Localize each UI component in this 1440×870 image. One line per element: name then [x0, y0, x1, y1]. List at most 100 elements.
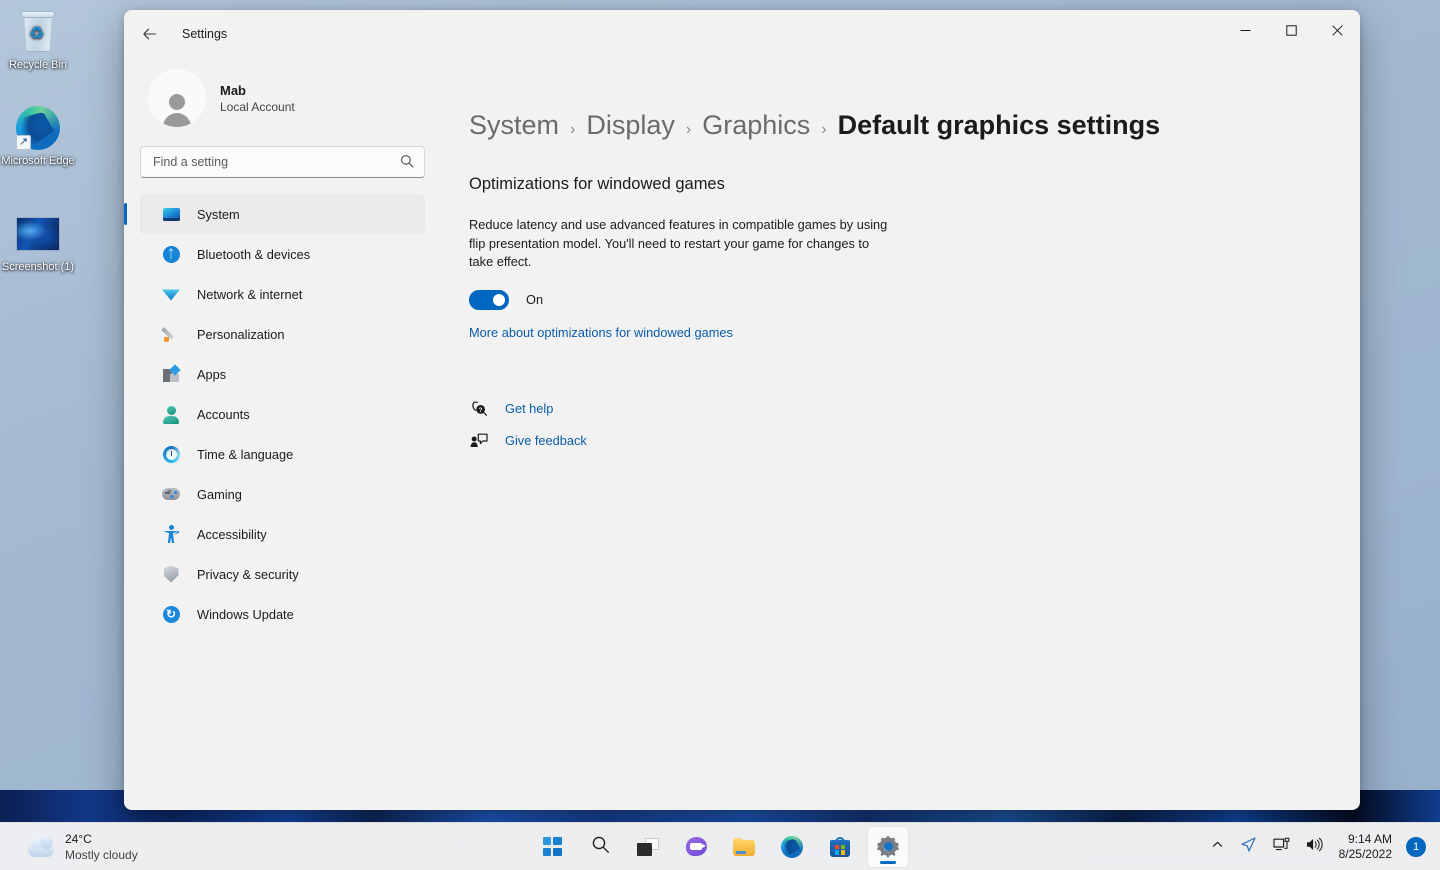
desktop-icon-label: Screenshot (1) — [0, 261, 76, 274]
start-button[interactable] — [532, 827, 572, 867]
weather-temperature: 24°C — [65, 832, 92, 846]
gamepad-icon — [162, 485, 180, 503]
give-feedback-link[interactable]: Give feedback — [505, 433, 587, 448]
clock-date: 8/25/2022 — [1339, 847, 1392, 862]
desktop-icon-label: Recycle Bin — [0, 59, 76, 72]
system-tray: 9:14 AM 8/25/2022 1 — [1205, 829, 1440, 865]
sidebar-item-bluetooth-devices[interactable]: ᛏ Bluetooth & devices — [140, 234, 425, 274]
sidebar-item-label: Accessibility — [197, 527, 267, 542]
desktop-icon-recycle-bin[interactable]: ♻ Recycle Bin — [0, 8, 76, 72]
notification-badge[interactable]: 1 — [1406, 837, 1426, 857]
sidebar-item-system[interactable]: System — [140, 194, 425, 234]
sidebar-item-label: Privacy & security — [197, 567, 299, 582]
sidebar: Mab Local Account System — [124, 58, 441, 810]
breadcrumb-item-graphics[interactable]: Graphics — [702, 110, 810, 141]
sidebar-item-gaming[interactable]: Gaming — [140, 474, 425, 514]
sidebar-item-apps[interactable]: Apps — [140, 354, 425, 394]
get-help-link[interactable]: Get help — [505, 401, 553, 416]
optimizations-toggle[interactable] — [469, 290, 509, 310]
get-help-row[interactable]: ? Get help — [469, 400, 1320, 417]
minimize-button[interactable] — [1222, 10, 1268, 50]
avatar — [148, 69, 206, 127]
weather-widget[interactable]: 24°C Mostly cloudy — [20, 828, 230, 866]
wifi-icon — [162, 285, 180, 303]
microsoft-store-icon — [830, 837, 850, 857]
search-button[interactable] — [580, 827, 620, 867]
network-button[interactable] — [1234, 829, 1263, 865]
speaker-icon — [1306, 837, 1323, 857]
taskbar-buttons — [532, 827, 908, 867]
edge-button[interactable] — [772, 827, 812, 867]
back-button[interactable] — [134, 18, 166, 50]
learn-more-link[interactable]: More about optimizations for windowed ga… — [469, 325, 733, 340]
svg-text:?: ? — [478, 407, 482, 414]
account-name: Mab — [220, 82, 295, 99]
store-button[interactable] — [820, 827, 860, 867]
shortcut-arrow-icon: ↗ — [16, 135, 31, 150]
help-links: ? Get help Give feedback — [469, 400, 1320, 449]
shield-icon — [162, 565, 180, 583]
sidebar-item-label: Time & language — [197, 447, 293, 462]
search-container — [140, 146, 425, 178]
update-refresh-icon: ↻ — [162, 605, 180, 623]
task-view-button[interactable] — [628, 827, 668, 867]
desktop-icon-screenshot[interactable]: Screenshot (1) — [0, 210, 76, 274]
task-view-icon — [637, 838, 659, 856]
gear-icon — [877, 836, 899, 858]
close-button[interactable] — [1314, 10, 1360, 50]
chat-icon — [686, 837, 707, 856]
app-title: Settings — [182, 27, 227, 41]
window-titlebar: Settings — [124, 10, 1360, 58]
window-body: Mab Local Account System — [124, 58, 1360, 810]
clock-date-button[interactable]: 9:14 AM 8/25/2022 — [1333, 832, 1400, 862]
chat-button[interactable] — [676, 827, 716, 867]
sidebar-item-label: Apps — [197, 367, 226, 382]
window-controls — [1222, 10, 1360, 58]
folder-icon — [733, 838, 755, 856]
search-input[interactable] — [140, 146, 425, 178]
sidebar-item-accounts[interactable]: Accounts — [140, 394, 425, 434]
sidebar-item-privacy-security[interactable]: Privacy & security — [140, 554, 425, 594]
paintbrush-icon — [162, 325, 180, 343]
get-help-icon: ? — [469, 400, 489, 417]
breadcrumb-item-current: Default graphics settings — [838, 110, 1161, 141]
give-feedback-row[interactable]: Give feedback — [469, 433, 1320, 449]
sidebar-item-personalization[interactable]: Personalization — [140, 314, 425, 354]
sun-behind-cloud-icon — [28, 836, 56, 858]
sidebar-item-windows-update[interactable]: ↻ Windows Update — [140, 594, 425, 634]
monitor-cast-icon — [1273, 837, 1290, 857]
breadcrumb-item-display[interactable]: Display — [586, 110, 675, 141]
network-icon — [1240, 836, 1257, 858]
recycle-bin-icon: ♻ — [0, 8, 76, 56]
give-feedback-icon — [469, 433, 489, 449]
taskbar: 24°C Mostly cloudy — [0, 822, 1440, 870]
sidebar-item-label: Bluetooth & devices — [197, 247, 310, 262]
file-explorer-button[interactable] — [724, 827, 764, 867]
show-hidden-icons-button[interactable] — [1205, 829, 1230, 865]
edge-icon — [781, 836, 803, 858]
sidebar-item-time-language[interactable]: Time & language — [140, 434, 425, 474]
toggle-state-label: On — [526, 292, 543, 307]
edge-icon: ↗ — [0, 104, 76, 152]
section-title: Optimizations for windowed games — [469, 175, 1320, 194]
account-card[interactable]: Mab Local Account — [140, 58, 425, 132]
windows-start-icon — [543, 837, 562, 856]
clock-time: 9:14 AM — [1339, 832, 1392, 847]
sidebar-item-accessibility[interactable]: Accessibility — [140, 514, 425, 554]
volume-button[interactable] — [1300, 829, 1329, 865]
sidebar-item-label: Windows Update — [197, 607, 294, 622]
breadcrumb-separator: › — [570, 121, 575, 139]
sidebar-item-label: Personalization — [197, 327, 285, 342]
breadcrumb-item-system[interactable]: System — [469, 110, 559, 141]
display-cast-button[interactable] — [1267, 829, 1296, 865]
sidebar-item-network-internet[interactable]: Network & internet — [140, 274, 425, 314]
clock-icon — [162, 445, 180, 463]
weather-condition: Mostly cloudy — [65, 848, 138, 862]
desktop-icon-microsoft-edge[interactable]: ↗ Microsoft Edge — [0, 104, 76, 168]
monitor-icon — [162, 205, 180, 223]
sidebar-item-label: System — [197, 207, 240, 222]
settings-button[interactable] — [868, 827, 908, 867]
maximize-button[interactable] — [1268, 10, 1314, 50]
section-description: Reduce latency and use advanced features… — [469, 216, 889, 272]
settings-window: Settings Mab Local Account — [124, 10, 1360, 810]
